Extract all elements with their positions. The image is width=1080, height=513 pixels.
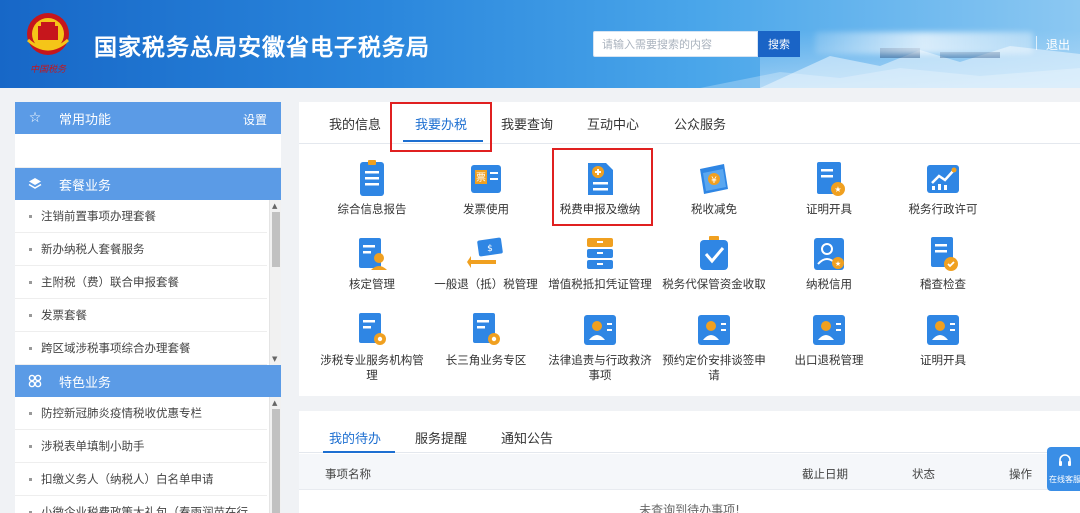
service-assessment[interactable]: 核定管理 <box>317 234 427 292</box>
user-info-blurred <box>815 32 1033 54</box>
favorites-settings-link[interactable]: 设置 <box>243 111 267 128</box>
clover-icon <box>27 373 43 389</box>
service-export-refund[interactable]: 出口退税管理 <box>774 310 884 368</box>
service-admin-license[interactable]: 税务行政许可 <box>888 159 998 217</box>
service-legal-remedy[interactable]: 法律追责与行政救济事项 <box>545 310 655 383</box>
svg-text:中国税务: 中国税务 <box>30 64 67 75</box>
sidebar: ☆ 常用功能 设置 套餐业务 注销前置事项办理套餐 新办纳税人套餐服务 主附税（… <box>15 102 281 513</box>
favorites-list-empty <box>15 134 281 168</box>
sidebar-item-package[interactable]: 主附税（费）联合申报套餐 <box>15 266 267 299</box>
packages-list: 注销前置事项办理套餐 新办纳税人套餐服务 主附税（费）联合申报套餐 发票套餐 跨… <box>15 200 281 365</box>
document-check-icon <box>931 237 958 271</box>
sidebar-item-featured[interactable]: 小微企业税费政策大礼包（春雨润苗在行 <box>15 496 267 513</box>
site-title: 国家税务总局安徽省电子税务局 <box>94 35 430 61</box>
certificate-icon: ★ <box>817 162 845 196</box>
column-header: 截止日期 <box>802 467 848 481</box>
tab-service-reminder[interactable]: 服务提醒 <box>415 428 467 447</box>
column-header: 状态 <box>912 467 935 481</box>
featured-title: 特色业务 <box>59 375 112 391</box>
layers-icon <box>27 176 43 192</box>
featured-scrollbar[interactable]: ▲ <box>269 397 281 513</box>
favorites-header: ☆ 常用功能 设置 <box>15 102 281 134</box>
service-certificate-2[interactable]: 证明开具 <box>888 310 998 368</box>
logout-button[interactable]: 退出 <box>1046 36 1070 53</box>
user-card-icon <box>698 315 730 345</box>
empty-message: 未查询到待办事项! <box>639 503 740 513</box>
user-card-icon <box>927 315 959 345</box>
tab-query[interactable]: 我要查询 <box>501 114 553 133</box>
user-card-icon <box>813 315 845 345</box>
packages-scrollbar[interactable]: ▲ ▼ <box>269 200 281 365</box>
tab-my-todo[interactable]: 我的待办 <box>329 428 381 447</box>
divider <box>1036 36 1037 50</box>
svg-text:票: 票 <box>476 172 486 184</box>
service-tax-credit[interactable]: ★ 纳税信用 <box>774 234 884 292</box>
sidebar-item-package[interactable]: 注销前置事项办理套餐 <box>15 200 267 233</box>
chart-trend-icon <box>927 165 959 193</box>
svg-text:★: ★ <box>835 260 841 268</box>
service-pricing-agreement[interactable]: 预约定价安排谈签申请 <box>659 310 769 383</box>
user-document-icon <box>359 238 387 270</box>
service-invoice[interactable]: 票 发票使用 <box>431 159 541 217</box>
star-outline-icon: ☆ <box>28 110 42 126</box>
service-tax-declare[interactable]: 税费申报及缴纳 <box>545 159 655 217</box>
packages-title: 套餐业务 <box>59 178 112 194</box>
service-fund-custody[interactable]: 税务代保管资金收取 <box>659 234 769 292</box>
svg-text:$: $ <box>487 244 493 254</box>
todo-table-header: 事项名称 截止日期 状态 操作 <box>299 454 1080 490</box>
cabinet-icon <box>587 238 613 269</box>
check-folder-icon <box>700 236 728 270</box>
sidebar-item-package[interactable]: 跨区域涉税事项综合办理套餐 <box>15 332 267 365</box>
todo-panel: 我的待办 服务提醒 通知公告 事项名称 截止日期 状态 操作 未查询到待办事项! <box>299 411 1080 513</box>
refund-icon: $ <box>467 237 503 268</box>
tab-my-info[interactable]: 我的信息 <box>329 114 381 133</box>
sidebar-item-featured[interactable]: 防控新冠肺炎疫情税收优惠专栏 <box>15 397 267 430</box>
tab-public-service[interactable]: 公众服务 <box>674 114 726 133</box>
service-certificate[interactable]: ★ 证明开具 <box>774 159 884 217</box>
column-header: 事项名称 <box>325 467 371 481</box>
tax-emblem-logo: 中国税务 <box>26 13 70 75</box>
sidebar-item-package[interactable]: 新办纳税人套餐服务 <box>15 233 267 266</box>
service-info-report[interactable]: 综合信息报告 <box>317 159 427 217</box>
svg-text:★: ★ <box>834 185 841 194</box>
service-agency-mgmt[interactable]: 涉税专业服务机构管理 <box>317 310 427 383</box>
service-refund[interactable]: $ 一般退（抵）税管理 <box>431 234 541 292</box>
headset-icon <box>1059 454 1071 466</box>
user-star-icon: ★ <box>814 238 844 270</box>
service-inspection[interactable]: 稽查检查 <box>888 234 998 292</box>
sidebar-item-featured[interactable]: 涉税表单填制小助手 <box>15 430 267 463</box>
search-button[interactable]: 搜索 <box>758 31 800 57</box>
todo-tabs: 我的待办 服务提醒 通知公告 <box>299 411 1080 453</box>
tax-declare-icon <box>588 163 613 195</box>
column-header: 操作 <box>1009 467 1032 481</box>
user-card-icon <box>584 315 616 345</box>
active-tab-indicator <box>403 140 483 142</box>
packages-header[interactable]: 套餐业务 <box>15 168 281 200</box>
sidebar-item-featured[interactable]: 扣缴义务人（纳税人）白名单申请 <box>15 463 267 496</box>
svg-text:¥: ¥ <box>711 176 717 186</box>
invoice-icon: 票 <box>471 165 501 193</box>
document-gear-icon <box>473 313 500 345</box>
search-input[interactable] <box>593 31 758 57</box>
service-tax-reduction[interactable]: ¥ 税收减免 <box>659 159 769 217</box>
tab-notice[interactable]: 通知公告 <box>501 428 553 447</box>
service-vat-voucher[interactable]: 增值税抵扣凭证管理 <box>545 234 655 292</box>
sidebar-item-package[interactable]: 发票套餐 <box>15 299 267 332</box>
favorites-title: 常用功能 <box>59 112 112 128</box>
active-tab-indicator <box>323 451 395 453</box>
tab-interaction[interactable]: 互动中心 <box>587 114 639 133</box>
featured-list: 防控新冠肺炎疫情税收优惠专栏 涉税表单填制小助手 扣缴义务人（纳税人）白名单申请… <box>15 397 281 513</box>
main-tabs: 我的信息 我要办税 我要查询 互动中心 公众服务 <box>299 102 1080 144</box>
online-service-button[interactable]: 在线客服 <box>1047 447 1080 491</box>
service-yangtze-delta[interactable]: 长三角业务专区 <box>431 310 541 368</box>
featured-header[interactable]: 特色业务 <box>15 365 281 397</box>
document-gear-icon <box>359 313 386 345</box>
header-banner: 中国税务 国家税务总局安徽省电子税务局 搜索 退出 <box>0 0 1080 88</box>
document-list-icon <box>360 160 384 196</box>
service-panel: 我的信息 我要办税 我要查询 互动中心 公众服务 综合信息报告 票 发票使用 税… <box>299 102 1080 396</box>
tab-handle-tax[interactable]: 我要办税 <box>415 114 467 133</box>
tax-reduction-icon: ¥ <box>700 164 728 194</box>
